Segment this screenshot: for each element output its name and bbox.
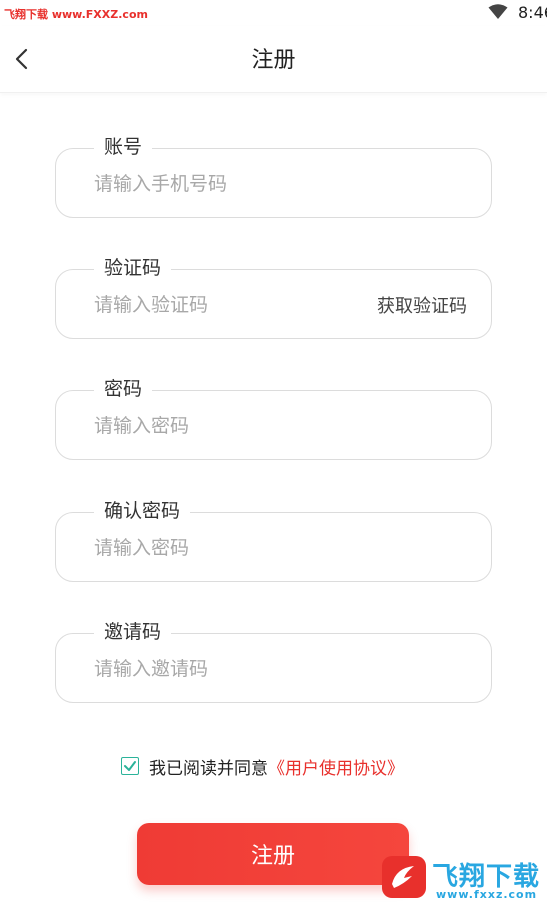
account-label: 账号 <box>94 133 153 161</box>
clock: 8:46 <box>518 3 547 22</box>
code-label: 验证码 <box>94 254 172 282</box>
invite-code-input[interactable] <box>94 652 354 686</box>
register-button[interactable]: 注册 <box>137 823 409 885</box>
agreement-checkbox[interactable] <box>121 757 139 775</box>
agreement-text: 我已阅读并同意 <box>149 758 268 779</box>
page-title: 注册 <box>251 48 296 73</box>
check-icon <box>124 761 136 771</box>
account-input[interactable] <box>94 167 354 201</box>
invite-code-field: 邀请码 <box>55 618 492 703</box>
code-field: 验证码 获取验证码 <box>55 254 492 339</box>
confirm-password-field: 确认密码 <box>55 497 492 582</box>
agreement-link[interactable]: 《用户使用协议》 <box>268 754 404 779</box>
confirm-password-label: 确认密码 <box>94 497 191 525</box>
nav-bar: 注册 <box>0 26 547 93</box>
watermark-logo-icon <box>382 856 426 898</box>
password-label: 密码 <box>94 375 153 403</box>
status-bar: 飞翔下载 www.FXXZ.com 8:46 <box>0 0 547 26</box>
agreement-row: 我已阅读并同意 《用户使用协议》 <box>121 752 404 780</box>
get-code-button[interactable]: 获取验证码 <box>377 292 467 318</box>
code-input[interactable] <box>94 288 314 322</box>
watermark-text: 飞翔下载 www.FXXZ.com <box>4 8 148 21</box>
password-input[interactable] <box>94 409 354 443</box>
watermark-url: www.fxxz.com <box>436 888 538 901</box>
account-field: 账号 <box>55 133 492 218</box>
password-field: 密码 <box>55 375 492 460</box>
invite-code-label: 邀请码 <box>94 618 172 646</box>
wifi-icon <box>488 4 508 19</box>
confirm-password-input[interactable] <box>94 531 354 565</box>
